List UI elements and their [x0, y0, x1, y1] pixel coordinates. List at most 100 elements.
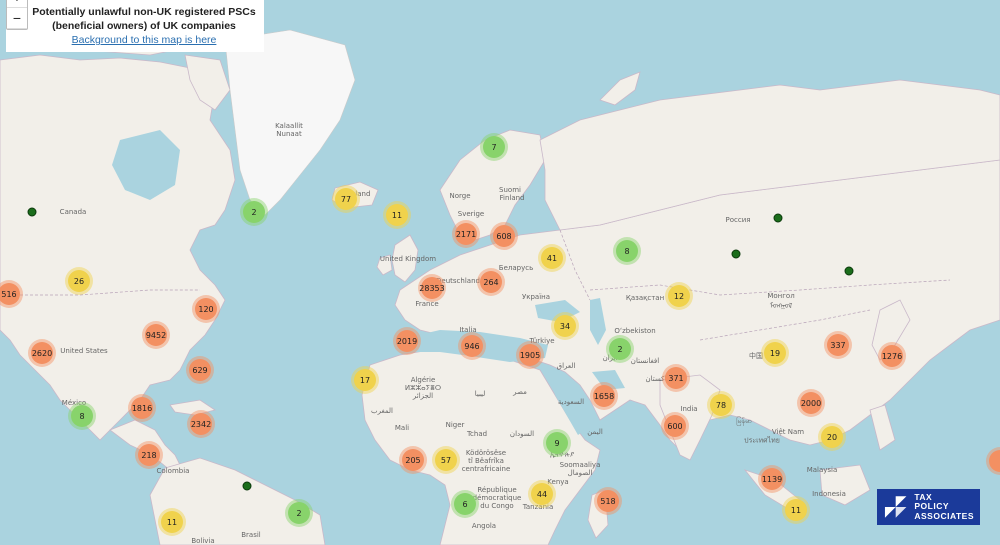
label-belarus: Беларусь [498, 264, 534, 272]
cluster-marker[interactable]: 11 [161, 511, 183, 533]
cluster-marker[interactable]: 6 [454, 493, 476, 515]
label-malaysia: Malaysia [806, 466, 838, 474]
label-kazakhstan: Қазақстан [625, 294, 665, 302]
label-iraq: العراق [556, 362, 576, 370]
label-thailand: ประเทศไทย [744, 436, 780, 445]
label-myanmar: မြန်မာ [736, 417, 752, 425]
label-norge: Norge [449, 192, 471, 200]
label-mongol-script: ᠮᠣᠩᠭᠣᠯ [769, 302, 793, 310]
cluster-marker[interactable]: 9452 [145, 324, 167, 346]
cluster-marker[interactable]: 77 [335, 188, 357, 210]
label-yemen: اليمن [587, 428, 603, 436]
cluster-marker[interactable]: 1139 [761, 468, 783, 490]
label-kenya: Kenya [547, 478, 569, 486]
label-uk: United Kingdom [379, 255, 437, 263]
label-kodorosese-3: centrafricaine [461, 465, 511, 473]
label-kodorosese: Ködörösêse [465, 449, 507, 457]
label-nunaat: Nunaat [276, 130, 302, 138]
cluster-marker[interactable]: 12 [668, 285, 690, 307]
cluster-marker[interactable]: 2342 [190, 413, 212, 435]
cluster-marker[interactable]: 9 [546, 432, 568, 454]
cluster-marker[interactable]: 2000 [800, 392, 822, 414]
cluster-marker[interactable]: 19 [764, 342, 786, 364]
label-sverige: Sverige [457, 210, 485, 218]
marker-dot[interactable] [844, 266, 854, 276]
cluster-marker[interactable]: 2019 [396, 330, 418, 352]
cluster-marker[interactable]: 371 [665, 367, 687, 389]
tax-policy-associates-logo[interactable]: TAX POLICY ASSOCIATES [877, 489, 980, 525]
cluster-marker[interactable]: 337 [827, 334, 849, 356]
label-kodorosese-2: tî Bêafrîka [468, 457, 504, 465]
cluster-marker[interactable]: 41 [541, 247, 563, 269]
label-misr: مصر [513, 388, 527, 396]
label-niger: Niger [445, 421, 465, 429]
cluster-marker[interactable]: 57 [435, 449, 457, 471]
cluster-marker[interactable]: 8 [616, 240, 638, 262]
cluster-marker[interactable]: 11 [785, 499, 807, 521]
cluster-marker[interactable]: 2171 [455, 223, 477, 245]
cluster-marker[interactable]: 1905 [519, 344, 541, 366]
label-finland: Finland [499, 194, 525, 202]
label-soomaaliya: Soomaaliya [559, 461, 601, 469]
cluster-marker[interactable]: 2 [609, 338, 631, 360]
cluster-marker[interactable]: 2620 [31, 342, 53, 364]
label-sudan: السودان [509, 430, 535, 438]
cluster-marker[interactable]: 264 [480, 271, 502, 293]
cluster-marker[interactable]: 28353 [419, 277, 445, 299]
label-algerie-arabic: الجزائر [412, 392, 434, 400]
label-brasil: Brasil [241, 531, 261, 539]
background-link[interactable]: Background to this map is here [32, 33, 256, 47]
cluster-marker[interactable]: 218 [138, 444, 160, 466]
marker-dot[interactable] [731, 249, 741, 259]
cluster-marker[interactable]: 1816 [131, 397, 153, 419]
marker-dot[interactable] [773, 213, 783, 223]
novaya-zemlya-land [599, 71, 641, 106]
cluster-marker[interactable]: 78 [710, 394, 732, 416]
north-america-land [0, 54, 236, 441]
label-kalaallit: Kalaallit [275, 122, 303, 130]
cluster-marker[interactable]: 1658 [593, 385, 615, 407]
label-canada: Canada [59, 208, 87, 216]
label-soomaaliya-arabic: الصومال [567, 469, 593, 477]
label-ukraina: Україна [521, 293, 551, 301]
label-tchad: Tchad [466, 430, 488, 438]
label-uzbekiston: Oʻzbekiston [614, 327, 656, 335]
logo-line3: ASSOCIATES [914, 510, 974, 521]
zoom-in-button[interactable]: + [7, 0, 27, 8]
cluster-marker[interactable]: 7 [483, 136, 505, 158]
zoom-out-button[interactable]: − [7, 8, 27, 29]
marker-dot[interactable] [27, 207, 37, 217]
label-china: 中国 [749, 352, 763, 360]
philippines-land [869, 404, 896, 451]
logo-text: TAX POLICY ASSOCIATES [914, 492, 974, 522]
cluster-marker[interactable]: 1276 [881, 345, 903, 367]
cluster-marker[interactable]: 946 [461, 335, 483, 357]
cluster-marker[interactable]: 205 [402, 449, 424, 471]
cluster-marker[interactable]: 2 [288, 502, 310, 524]
cluster-marker[interactable]: 44 [531, 483, 553, 505]
label-algerie: Algérie [410, 376, 436, 384]
cluster-marker[interactable]: 629 [189, 359, 211, 381]
label-angola: Angola [471, 522, 497, 530]
cluster-marker[interactable]: 20 [821, 426, 843, 448]
cluster-marker[interactable]: 120 [195, 298, 217, 320]
label-indonesia: Indonesia [812, 490, 846, 498]
marker-dot[interactable] [242, 481, 252, 491]
cluster-marker[interactable]: 2 [243, 201, 265, 223]
cluster-marker[interactable]: 600 [664, 415, 686, 437]
zoom-control: + − [6, 0, 28, 30]
cluster-marker[interactable]: 608 [493, 225, 515, 247]
label-colombia: Colombia [156, 467, 190, 475]
caribbean-land [169, 399, 216, 416]
map-title-line2: (beneficial owners) of UK companies [52, 20, 236, 32]
cluster-marker[interactable]: 17 [354, 369, 376, 391]
cluster-marker[interactable]: 8 [71, 405, 93, 427]
logo-mark-icon [884, 496, 907, 518]
cluster-marker[interactable]: 518 [597, 490, 619, 512]
cluster-marker[interactable]: 26 [68, 270, 90, 292]
label-india: India [680, 405, 698, 413]
cluster-marker[interactable]: 11 [386, 204, 408, 226]
label-bolivia: Bolivia [191, 537, 215, 545]
label-us: United States [60, 347, 108, 355]
cluster-marker[interactable]: 34 [554, 315, 576, 337]
